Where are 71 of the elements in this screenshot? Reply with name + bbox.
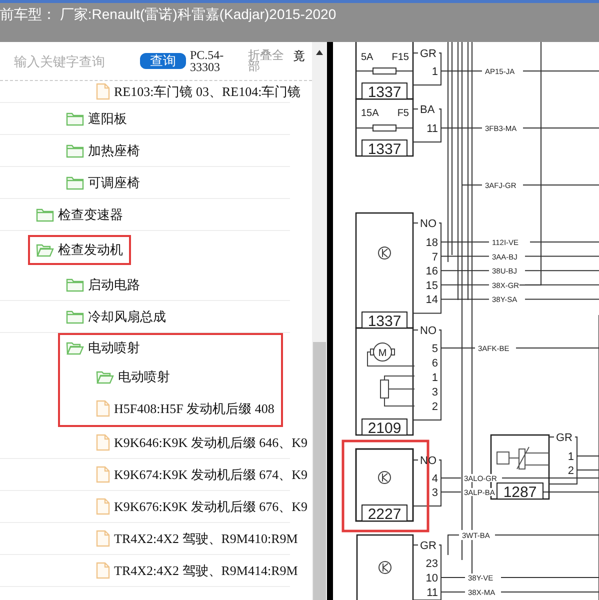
connector-code: BA — [420, 104, 435, 116]
pin-number: 3 — [432, 487, 438, 499]
component-number: 1337 — [362, 312, 408, 330]
sensor-symbol — [496, 446, 550, 470]
fuse-id: F5 — [397, 108, 409, 119]
component-number: 2227 — [362, 504, 408, 523]
connector-code: GR — [556, 432, 572, 444]
scrollbar-thumb[interactable] — [313, 342, 326, 600]
pin-number: 15 — [426, 280, 438, 292]
document-icon — [96, 434, 110, 451]
pin-number: 6 — [432, 358, 438, 370]
tree-item[interactable]: K9K676:K9K 发动机后缀 676、K9 — [96, 498, 308, 516]
pin-number: 4 — [432, 473, 438, 485]
pin-number: 2 — [432, 401, 438, 413]
document-icon — [96, 466, 110, 483]
search-button[interactable]: 查询 — [140, 53, 186, 69]
tree-item[interactable]: 电动喷射 — [66, 338, 140, 356]
component-number: 1337 — [362, 140, 408, 158]
toolbar-label: 竟 — [293, 48, 305, 65]
tree-item[interactable]: 检查变速器 — [36, 206, 123, 224]
pin-number: 11 — [426, 123, 438, 135]
fuse-symbol — [356, 124, 414, 132]
resistor-symbol — [380, 376, 415, 406]
tree-item[interactable]: 启动电路 — [66, 276, 140, 294]
connector-code: GR — [420, 48, 436, 60]
transistor-symbol — [378, 471, 391, 484]
connector-code: NO — [420, 325, 436, 337]
pin-number: 16 — [426, 266, 438, 278]
tree-item[interactable]: 遮阳板 — [66, 110, 127, 128]
pin-number: 11 — [426, 587, 438, 599]
tree-item[interactable]: RE103:车门镜 03、RE104:车门镜 — [96, 82, 301, 100]
model-code: PC.54-33303 — [190, 49, 225, 73]
fuse-id: F15 — [392, 52, 409, 63]
document-icon — [96, 562, 110, 579]
pin-number: 1 — [432, 372, 438, 384]
tree-item[interactable]: K9K674:K9K 发动机后缀 674、K9 — [96, 466, 308, 484]
pin-number: 1 — [568, 451, 574, 463]
document-icon — [96, 530, 110, 547]
pin-number: 7 — [432, 251, 438, 264]
tree-item[interactable]: 检查发动机 — [36, 240, 123, 258]
document-icon — [96, 400, 110, 417]
fuse-rating: 15A — [361, 108, 379, 119]
pin-number: 5 — [432, 343, 438, 355]
window-title: 前车型： 厂家:Renault(雷诺)科雷嘉(Kadjar)2015-2020 — [0, 5, 336, 24]
pin-number: 23 — [426, 558, 438, 570]
component-number: 2109 — [362, 418, 408, 437]
tree-item[interactable]: 可调座椅 — [66, 174, 140, 192]
pin-number: 14 — [426, 294, 438, 306]
connector-code: GR — [420, 540, 436, 552]
pin-number: 2 — [568, 465, 574, 477]
component-number: 1287 — [496, 482, 544, 501]
document-icon — [96, 498, 110, 515]
tree-item[interactable]: 加热座椅 — [66, 142, 140, 160]
tree-item[interactable]: 电动喷射 — [96, 368, 170, 386]
tree-item[interactable]: TR4X2:4X2 驾驶、R9M410:R9M — [96, 530, 298, 548]
connector-code: NO — [420, 218, 436, 230]
pin-number: 1 — [432, 66, 438, 78]
tree-item[interactable]: H5F408:H5F 发动机后缀 408 — [96, 400, 274, 418]
tree-item[interactable]: TR4X2:4X2 驾驶、R9M414:R9M — [96, 562, 298, 580]
document-icon — [96, 83, 110, 100]
transistor-symbol — [378, 561, 392, 574]
tree-item[interactable]: 冷却风扇总成 — [66, 308, 166, 326]
fuse-rating: 5A — [361, 52, 374, 63]
transistor-symbol — [378, 246, 391, 260]
fuse-symbol — [356, 68, 414, 74]
scroll-up-icon[interactable] — [316, 50, 323, 55]
component-number: 1337 — [362, 82, 408, 101]
pin-number: 10 — [426, 572, 438, 584]
pin-number: 18 — [426, 237, 438, 249]
tree-item[interactable]: K9K646:K9K 发动机后缀 646、K9 — [96, 434, 308, 452]
pin-number: 3 — [432, 386, 438, 398]
